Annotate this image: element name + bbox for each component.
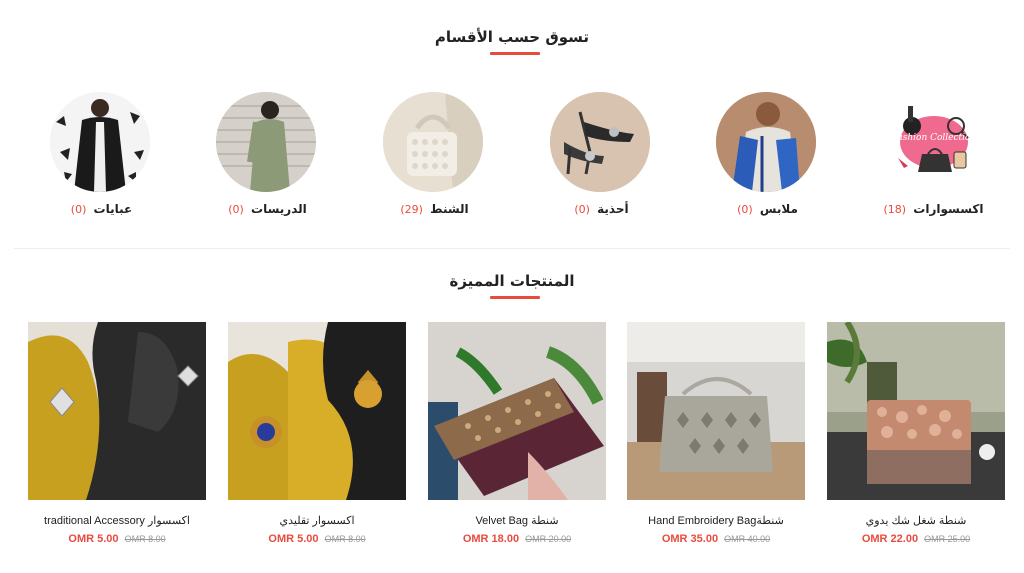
- product-card[interactable]: Velvet Bag شنطة OMR 18.00 OMR 20.00: [428, 322, 606, 545]
- category-shoes-label: أحذية (0): [574, 202, 629, 216]
- heeled-shoes-photo: [550, 92, 650, 192]
- category-accessories[interactable]: Fashion Collection اكسسوارات (18): [852, 92, 1012, 216]
- featured-title-underline: [490, 296, 540, 299]
- product-old-price: OMR 8.00: [124, 534, 166, 544]
- category-clothes-label: ملابس (0): [737, 202, 798, 216]
- category-abayas[interactable]: عبايات (0): [20, 92, 180, 216]
- category-clothes-name: ملابس: [759, 202, 798, 216]
- category-bags-count: 29: [404, 203, 419, 216]
- product-image[interactable]: [28, 322, 206, 500]
- product-name[interactable]: traditional Accessory اكسسوار: [28, 514, 206, 527]
- category-shoes[interactable]: أحذية (0): [520, 92, 680, 216]
- categories-title-underline: [490, 52, 540, 55]
- woman-abaya-photo: [50, 92, 150, 192]
- product-name[interactable]: اكسسوار تقليدي: [228, 514, 406, 527]
- category-clothes-count: 0: [741, 203, 749, 216]
- category-abayas-label: عبايات (0): [70, 202, 133, 216]
- velvet-bag-photo: [428, 322, 606, 500]
- product-old-price: OMR 8.00: [324, 534, 366, 544]
- product-current-price: OMR 5.00: [268, 533, 319, 545]
- product-image[interactable]: [428, 322, 606, 500]
- category-abayas-count: 0: [75, 203, 83, 216]
- product-image[interactable]: [228, 322, 406, 500]
- product-current-price: OMR 35.00: [661, 533, 719, 545]
- product-image[interactable]: [827, 322, 1005, 500]
- fashion-collection-illustration: Fashion Collection: [891, 106, 977, 172]
- categories-row: Fashion Collection اكسسوارات (18) ملابس …: [0, 92, 1024, 222]
- category-bags-name: الشنط: [430, 202, 469, 216]
- category-shoes-name: أحذية: [597, 202, 629, 216]
- category-abayas-name: عبايات: [93, 202, 133, 216]
- category-accessories-count: 18: [887, 203, 902, 216]
- product-price: OMR 35.00 OMR 40.00: [627, 533, 805, 545]
- category-clothes-image[interactable]: [716, 92, 816, 192]
- accessory-earrings-photo: [28, 322, 206, 500]
- category-dresses-name: الدريسات: [251, 202, 307, 216]
- product-current-price: OMR 5.00: [68, 533, 119, 545]
- category-clothes[interactable]: ملابس (0): [686, 92, 846, 216]
- product-card[interactable]: اكسسوار تقليدي OMR 5.00 OMR 8.00: [228, 322, 406, 545]
- category-accessories-image[interactable]: Fashion Collection: [882, 92, 982, 192]
- section-divider: [14, 248, 1010, 249]
- woman-blue-dress-photo: [716, 92, 816, 192]
- product-old-price: OMR 25.00: [924, 534, 971, 544]
- sequin-bag-photo: [827, 322, 1005, 500]
- category-bags-image[interactable]: [383, 92, 483, 192]
- fashion-logo-text: Fashion Collection: [891, 133, 977, 143]
- featured-section-title: المنتجات المميزة: [449, 272, 575, 290]
- category-bags[interactable]: الشنط (29): [353, 92, 513, 216]
- product-image[interactable]: [627, 322, 805, 500]
- pearl-bag-photo: [383, 92, 483, 192]
- category-dresses-label: الدريسات (0): [228, 202, 307, 216]
- product-name[interactable]: شنطة شغل شك يدوي: [827, 514, 1005, 527]
- product-old-price: OMR 40.00: [724, 534, 771, 544]
- embroidery-bag-photo: [627, 322, 805, 500]
- category-bags-label: الشنط (29): [400, 202, 469, 216]
- category-abayas-image[interactable]: [50, 92, 150, 192]
- category-dresses-count: 0: [232, 203, 240, 216]
- category-accessories-name: اكسسوارات: [913, 202, 984, 216]
- product-card[interactable]: traditional Accessory اكسسوار OMR 5.00 O…: [28, 322, 206, 545]
- product-price: OMR 18.00 OMR 20.00: [428, 533, 606, 545]
- category-shoes-count: 0: [578, 203, 586, 216]
- product-current-price: OMR 18.00: [462, 533, 520, 545]
- product-name[interactable]: Hand Embroidery Bagشنطة: [627, 514, 805, 527]
- product-price: OMR 22.00 OMR 25.00: [827, 533, 1005, 545]
- category-accessories-label: اكسسوارات (18): [883, 202, 984, 216]
- category-dresses-image[interactable]: [216, 92, 316, 192]
- product-card[interactable]: شنطة شغل شك يدوي OMR 22.00 OMR 25.00: [827, 322, 1005, 545]
- categories-section-title: تسوق حسب الأقسام: [434, 28, 590, 46]
- category-shoes-image[interactable]: [550, 92, 650, 192]
- woman-green-dress-photo: [216, 92, 316, 192]
- product-card[interactable]: Hand Embroidery Bagشنطة OMR 35.00 OMR 40…: [627, 322, 805, 545]
- traditional-earrings-photo: [228, 322, 406, 500]
- product-current-price: OMR 22.00: [861, 533, 919, 545]
- product-old-price: OMR 20.00: [525, 534, 572, 544]
- product-price: OMR 5.00 OMR 8.00: [228, 533, 406, 545]
- product-name[interactable]: Velvet Bag شنطة: [428, 514, 606, 527]
- product-price: OMR 5.00 OMR 8.00: [28, 533, 206, 545]
- category-dresses[interactable]: الدريسات (0): [186, 92, 346, 216]
